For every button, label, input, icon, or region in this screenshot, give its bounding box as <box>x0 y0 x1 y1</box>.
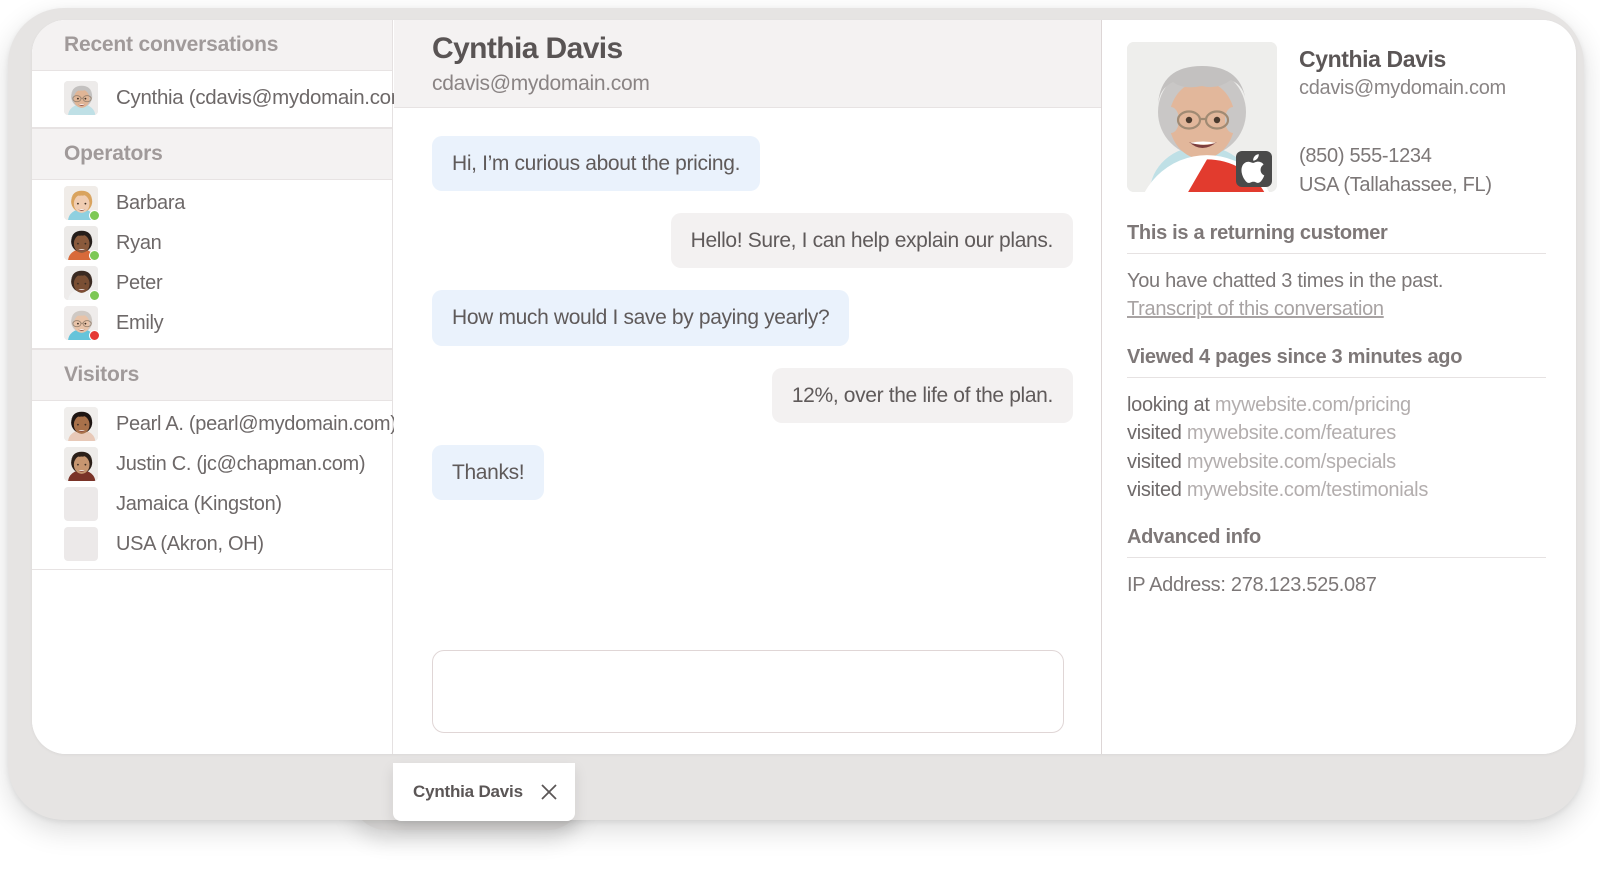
sidebar-item-peter[interactable]: Peter <box>32 263 392 303</box>
sidebar-section-header: Visitors <box>32 349 392 401</box>
visitor-identity-text: Cynthia Davis cdavis@mydomain.com (850) … <box>1299 42 1506 200</box>
returning-customer-block: This is a returning customer You have ch… <box>1127 222 1546 324</box>
viewed-page-url: mywebsite.com/specials <box>1186 450 1396 473</box>
message-row: How much would I save by paying yearly? <box>432 290 1073 346</box>
chat-subtitle-email: cdavis@mydomain.com <box>432 71 650 95</box>
chat-panel: Cynthia Davis cdavis@mydomain.com Hi, I’… <box>394 20 1102 754</box>
sidebar-item-label: USA (Akron, OH) <box>116 532 264 555</box>
sidebar-section-list: Pearl A. (pearl@mydomain.com) Justin C. … <box>32 401 397 570</box>
avatar-image-pearl <box>64 407 98 441</box>
visitor-info-panel: Cynthia Davis cdavis@mydomain.com (850) … <box>1103 20 1576 754</box>
avatar-image-justin <box>64 447 98 481</box>
visitor-phone: (850) 555-1234 <box>1299 145 1432 167</box>
avatar <box>64 266 100 301</box>
avatar-image-none <box>64 527 98 561</box>
visitor-name: Cynthia Davis <box>1299 46 1446 72</box>
sidebar-item-label: Jamaica (Kingston) <box>116 492 282 515</box>
page-title: Cynthia Davis <box>432 32 623 65</box>
chat-count-text: You have chatted 3 times in the past. <box>1127 270 1444 292</box>
sidebar-section-header: Recent conversations <box>32 20 392 71</box>
viewed-pages-title: Viewed 4 pages since 3 minutes ago <box>1127 346 1546 378</box>
advanced-info-block: Advanced info IP Address: 278.123.525.08… <box>1127 526 1546 599</box>
sidebar-item-pearl[interactable]: Pearl A. (pearl@mydomain.com) <box>32 404 397 444</box>
device-frame: Recent conversations Cynthia (cdavis@myd… <box>8 8 1584 821</box>
message-bubble-operator: 12%, over the life of the plan. <box>771 367 1073 423</box>
viewed-page-row: visited mywebsite.com/testimonials <box>1127 476 1546 504</box>
avatar-image-cynthia <box>64 81 98 115</box>
chat-tab-label: Cynthia Davis <box>413 782 523 801</box>
transcript-link[interactable]: Transcript of this conversation <box>1127 295 1384 323</box>
viewed-page-verb: looking at <box>1127 393 1210 416</box>
avatar-image-none <box>64 487 98 521</box>
sidebar-item-label: Barbara <box>116 191 186 214</box>
viewed-page-url: mywebsite.com/pricing <box>1214 393 1411 416</box>
status-badge-online <box>89 290 100 301</box>
viewed-pages-list: looking at mywebsite.com/pricing visited … <box>1127 391 1546 505</box>
sidebar-item-justin[interactable]: Justin C. (jc@chapman.com) <box>32 444 392 484</box>
viewed-page-url: mywebsite.com/features <box>1186 422 1396 445</box>
sidebar-item-label: Ryan <box>116 231 162 254</box>
sidebar-item-usa[interactable]: USA (Akron, OH) <box>32 524 392 564</box>
visitor-email: cdavis@mydomain.com <box>1299 77 1506 99</box>
avatar <box>64 186 100 221</box>
message-row: Hi, I’m curious about the pricing. <box>432 136 1073 192</box>
returning-customer-body: You have chatted 3 times in the past. Tr… <box>1127 267 1546 324</box>
viewed-page-row: visited mywebsite.com/specials <box>1127 448 1546 476</box>
message-list: Hi, I’m curious about the pricing. Hello!… <box>394 108 1101 500</box>
chat-tab[interactable]: Cynthia Davis <box>393 763 575 821</box>
ip-address-text: IP Address: 278.123.525.087 <box>1127 574 1377 597</box>
avatar <box>64 447 98 481</box>
status-badge-online <box>89 210 100 221</box>
chrome-icon <box>1132 151 1270 192</box>
advanced-info-title: Advanced info <box>1127 526 1546 559</box>
viewed-page-row: visited mywebsite.com/features <box>1127 419 1546 447</box>
message-row: 12%, over the life of the plan. <box>432 367 1073 423</box>
message-row: Hello! Sure, I can help explain our plan… <box>432 213 1073 269</box>
viewed-page-url: mywebsite.com/testimonials <box>1186 478 1429 501</box>
sidebar-item-label: Peter <box>116 271 163 294</box>
viewed-page-verb: visited <box>1127 422 1182 445</box>
message-bubble-operator: Hello! Sure, I can help explain our plan… <box>670 213 1073 269</box>
visitor-contact: (850) 555-1234 USA (Tallahassee, FL) <box>1299 142 1506 200</box>
sidebar-section-header: Operators <box>32 128 392 180</box>
avatar <box>64 306 100 341</box>
viewed-page-verb: visited <box>1127 450 1182 473</box>
sidebar-item-cynthia[interactable]: Cynthia (cdavis@mydomain.com) <box>32 74 414 122</box>
apple-icon <box>1236 151 1272 187</box>
sidebar-item-jamaica[interactable]: Jamaica (Kingston) <box>32 484 392 524</box>
sidebar-item-label: Justin C. (jc@chapman.com) <box>116 452 366 475</box>
avatar <box>64 81 98 115</box>
visitor-location: USA (Tallahassee, FL) <box>1299 174 1492 196</box>
sidebar-item-ryan[interactable]: Ryan <box>32 223 392 263</box>
sidebar-item-label: Pearl A. (pearl@mydomain.com) <box>116 412 397 435</box>
sidebar-item-label: Emily <box>116 311 164 334</box>
message-bubble-visitor: Thanks! <box>432 444 545 500</box>
message-bubble-visitor: Hi, I’m curious about the pricing. <box>432 136 761 192</box>
viewed-page-row: looking at mywebsite.com/pricing <box>1127 391 1546 419</box>
status-badge-online <box>89 250 100 261</box>
sidebar: Recent conversations Cynthia (cdavis@myd… <box>32 20 414 754</box>
close-icon[interactable] <box>539 782 559 802</box>
avatar <box>64 407 98 441</box>
visitor-identity: Cynthia Davis cdavis@mydomain.com (850) … <box>1127 42 1546 200</box>
sidebar-item-emily[interactable]: Emily <box>32 303 392 343</box>
sidebar-section-list: Cynthia (cdavis@mydomain.com) <box>32 71 414 128</box>
avatar <box>64 527 98 561</box>
sidebar-item-barbara[interactable]: Barbara <box>32 183 392 223</box>
status-badge-busy <box>89 330 100 341</box>
device-screen: Recent conversations Cynthia (cdavis@myd… <box>32 20 1576 754</box>
chat-header: Cynthia Davis cdavis@mydomain.com <box>394 20 1101 108</box>
sidebar-item-label: Cynthia (cdavis@mydomain.com) <box>116 86 415 109</box>
viewed-pages-block: Viewed 4 pages since 3 minutes ago looki… <box>1127 346 1546 505</box>
sidebar-section-list: Barbara Ryan Peter Emily <box>32 180 392 349</box>
avatar <box>64 226 100 261</box>
message-row: Thanks! <box>432 444 1073 500</box>
avatar <box>1127 42 1277 192</box>
returning-customer-title: This is a returning customer <box>1127 222 1546 254</box>
viewed-page-verb: visited <box>1127 478 1182 501</box>
message-composer-input[interactable] <box>432 650 1064 733</box>
avatar <box>64 487 98 521</box>
message-bubble-visitor: How much would I save by paying yearly? <box>432 290 850 346</box>
